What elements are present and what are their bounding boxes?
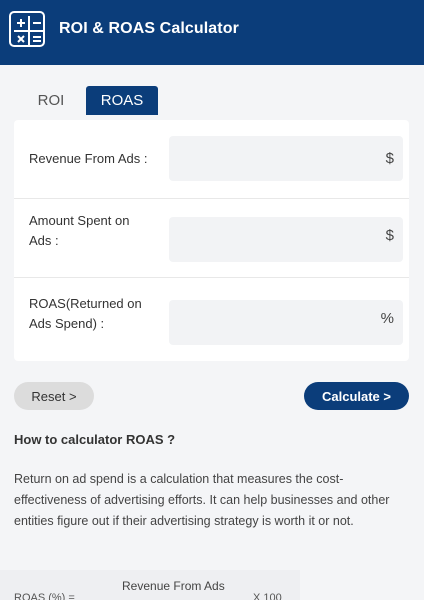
spent-row: Amount Spent on Ads : $ [14, 199, 409, 278]
app-header: ROI & ROAS Calculator [0, 0, 424, 65]
roas-unit: % [380, 310, 394, 327]
spent-unit: $ [385, 227, 394, 244]
revenue-input[interactable] [169, 136, 403, 181]
roas-label-line2: Ads Spend) : [29, 316, 105, 331]
spent-input[interactable] [169, 217, 403, 262]
tab-roi[interactable]: ROI [28, 86, 74, 115]
roas-output[interactable] [169, 300, 403, 345]
calculate-button[interactable]: Calculate > [304, 382, 409, 410]
app-title: ROI & ROAS Calculator [59, 20, 239, 37]
roas-label-line1: ROAS(Returned on [29, 296, 142, 311]
formula-left: ROAS (%) = [14, 592, 75, 600]
roas-row: ROAS(Returned on Ads Spend) : % [14, 278, 409, 361]
info-title: How to calculator ROAS ? [14, 432, 176, 447]
info-description: Return on ad spend is a calculation that… [14, 472, 390, 528]
revenue-label: Revenue From Ads : [29, 151, 148, 166]
roas-label: ROAS(Returned on Ads Spend) : [29, 294, 169, 334]
roas-form-card: Revenue From Ads : $ Amount Spent on Ads… [14, 120, 409, 361]
revenue-row: Revenue From Ads : $ [14, 120, 409, 199]
tab-roas[interactable]: ROAS [86, 86, 158, 115]
formula-numerator: Revenue From Ads [122, 579, 225, 593]
formula-right: X 100 [253, 592, 282, 600]
reset-button[interactable]: Reset > [14, 382, 94, 410]
spent-label-line1: Amount Spent on [29, 213, 130, 228]
spent-label: Amount Spent on Ads : [29, 211, 169, 251]
spent-label-line2: Ads : [29, 233, 59, 248]
revenue-unit: $ [385, 150, 394, 167]
calculator-icon [9, 11, 45, 47]
